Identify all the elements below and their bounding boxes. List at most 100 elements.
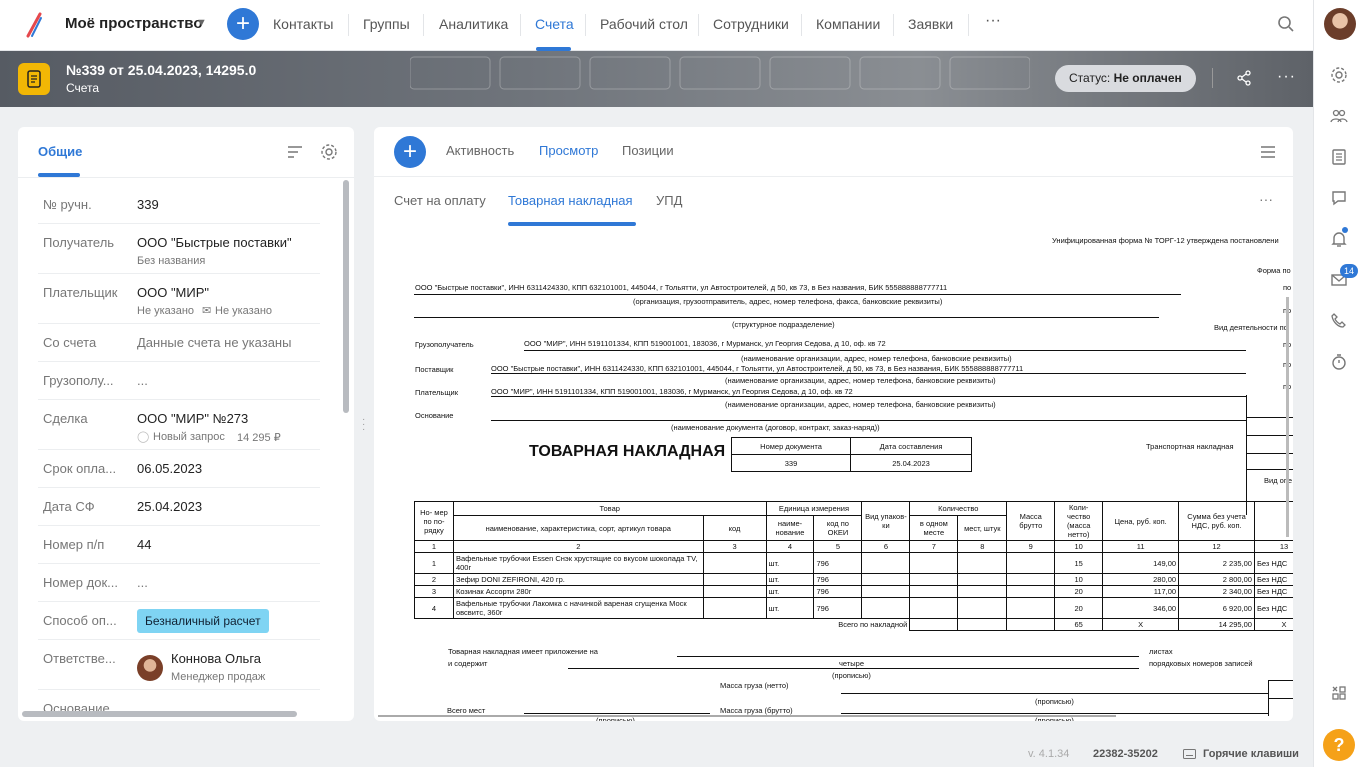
share-icon[interactable] xyxy=(1236,70,1252,86)
consignee-text: ООО "МИР", ИНН 5191101334, КПП 519001001… xyxy=(524,339,886,348)
invoice-icon xyxy=(18,63,50,95)
field-payment-method: Способ оп... Безналичный расчет xyxy=(38,609,320,640)
payer-label: Плательщик xyxy=(415,388,458,397)
table-row: 1 Вафельные трубочки Essen Снэк хрустящие… xyxy=(414,552,1293,574)
nav-employees[interactable]: Сотрудники xyxy=(713,16,789,32)
total-vat-x: X xyxy=(1253,618,1293,631)
keyboard-icon xyxy=(1183,749,1196,759)
field-value[interactable]: 25.04.2023 xyxy=(137,499,202,514)
field-value[interactable]: Коннова Ольга xyxy=(171,651,261,666)
tab-divider xyxy=(18,177,354,178)
tab-activity[interactable]: Активность xyxy=(446,143,514,158)
phone-icon[interactable] xyxy=(1330,312,1348,330)
tab-waybill[interactable]: Товарная накладная xyxy=(508,193,633,208)
tab-upd[interactable]: УПД xyxy=(656,193,682,208)
nav-requests[interactable]: Заявки xyxy=(908,16,953,32)
field-label: Получатель xyxy=(43,235,115,250)
form-header: Унифицированная форма № ТОРГ-12 утвержде… xyxy=(1052,236,1279,245)
serials-label: порядковых номеров записей xyxy=(1149,659,1253,668)
col-number: 4 xyxy=(765,540,815,553)
field-due-date: Срок опла... 06.05.2023 xyxy=(38,461,320,488)
th-code: код xyxy=(702,515,767,541)
vertical-scrollbar[interactable] xyxy=(343,180,349,413)
caption: (наименование организации, адрес, номер … xyxy=(725,400,996,409)
cell: 20 xyxy=(1054,585,1104,598)
records-count-text: четыре xyxy=(839,659,864,668)
gear-icon[interactable] xyxy=(1330,66,1348,84)
timer-icon[interactable] xyxy=(1330,353,1348,371)
field-value[interactable]: ... xyxy=(137,575,148,590)
basis-label: Основание xyxy=(415,411,454,420)
field-label: Дата СФ xyxy=(43,499,95,514)
status-badge[interactable]: Статус: Не оплачен xyxy=(1055,65,1196,92)
field-value[interactable]: ООО "МИР" xyxy=(137,285,209,300)
nav-more-icon[interactable]: ··· xyxy=(985,12,1001,30)
user-avatar[interactable] xyxy=(1324,8,1356,40)
cell: 4 xyxy=(414,597,454,619)
email-icon: ✉ xyxy=(202,305,212,317)
field-value[interactable]: Данные счета не указаны xyxy=(137,335,291,350)
build-number: 22382-35202 xyxy=(1093,748,1158,760)
email-not-set: Не указано xyxy=(215,305,273,317)
field-recipient: Получатель ООО "Быстрые поставки" Без на… xyxy=(38,235,320,274)
users-icon[interactable] xyxy=(1330,107,1348,125)
document-vertical-scrollbar[interactable] xyxy=(1286,297,1289,537)
tab-preview[interactable]: Просмотр xyxy=(539,143,598,158)
table-row: 4 Вафельные трубочки Лакомка с начинкой в… xyxy=(414,597,1293,619)
document-list-icon[interactable] xyxy=(1330,148,1348,166)
hotkeys-link[interactable]: Горячие клавиши xyxy=(1203,748,1299,760)
apps-icon[interactable] xyxy=(1330,684,1348,702)
th-gross: Масса брутто xyxy=(1006,501,1056,541)
workspace-name[interactable]: Моё пространство xyxy=(65,15,202,32)
cell: 346,00 xyxy=(1102,597,1180,619)
col-number: 2 xyxy=(452,540,704,553)
header-more-icon[interactable]: ··· xyxy=(1277,68,1296,86)
filter-lines-icon[interactable] xyxy=(1260,145,1276,159)
create-button[interactable]: + xyxy=(227,8,259,40)
doc-date: 25.04.2023 xyxy=(850,454,972,472)
document-more-icon[interactable]: ··· xyxy=(1259,191,1273,207)
field-value[interactable]: ООО "Быстрые поставки" xyxy=(137,235,292,250)
caption: (прописью) xyxy=(1035,697,1074,706)
nav-groups[interactable]: Группы xyxy=(363,16,410,32)
nav-companies[interactable]: Компании xyxy=(816,16,880,32)
chevron-down-icon[interactable]: ▼ xyxy=(196,17,207,29)
col-number: 6 xyxy=(861,540,911,553)
nav-invoices[interactable]: Счета xyxy=(535,16,574,32)
cell: 117,00 xyxy=(1102,585,1180,598)
nav-desktop[interactable]: Рабочий стол xyxy=(600,16,688,32)
cell: Зефир DONI ZEFIRONI, 420 гр. xyxy=(452,573,704,586)
th-goods: Товар xyxy=(452,500,767,517)
horizontal-scrollbar[interactable] xyxy=(22,711,297,717)
field-value[interactable]: 339 xyxy=(137,197,159,212)
field-value[interactable]: ... xyxy=(137,373,148,388)
underline xyxy=(677,656,1139,657)
nav-analytics[interactable]: Аналитика xyxy=(439,16,508,32)
cell: 1 xyxy=(414,552,454,574)
tab-positions[interactable]: Позиции xyxy=(622,143,674,158)
th-price: Цена, руб. коп. xyxy=(1102,501,1180,541)
search-icon[interactable] xyxy=(1277,15,1295,33)
th-unit: Единица измерения xyxy=(765,500,863,517)
settings-icon[interactable] xyxy=(320,143,338,161)
field-value[interactable]: 44 xyxy=(137,537,151,552)
document-horizontal-scrollbar[interactable] xyxy=(378,715,1116,717)
help-button[interactable]: ? xyxy=(1323,729,1355,761)
payment-method-chip[interactable]: Безналичный расчет xyxy=(137,609,269,633)
tab-payment-invoice[interactable]: Счет на оплату xyxy=(394,193,486,208)
field-value[interactable]: 06.05.2023 xyxy=(137,461,202,476)
tab-general[interactable]: Общие xyxy=(38,144,82,159)
keyboard-background-icon xyxy=(410,56,1030,90)
underline xyxy=(841,693,1268,694)
logo-icon[interactable] xyxy=(24,12,44,38)
general-info-panel: Общие № ручн. 339 Получатель ООО "Быстры… xyxy=(18,127,354,721)
field-value[interactable]: ООО "МИР" №273 xyxy=(137,411,248,426)
filter-lines-icon[interactable] xyxy=(287,145,303,159)
nav-divider xyxy=(968,14,969,36)
top-navigation-bar: Моё пространство ▼ + Контакты Группы Ана… xyxy=(0,0,1313,51)
nav-contacts[interactable]: Контакты xyxy=(273,16,333,32)
caption: (организация, грузоотправитель, адрес, н… xyxy=(633,297,943,306)
add-activity-button[interactable]: + xyxy=(394,136,426,168)
chat-icon[interactable] xyxy=(1330,189,1348,207)
panel-resize-handle[interactable]: · · · xyxy=(362,415,365,435)
